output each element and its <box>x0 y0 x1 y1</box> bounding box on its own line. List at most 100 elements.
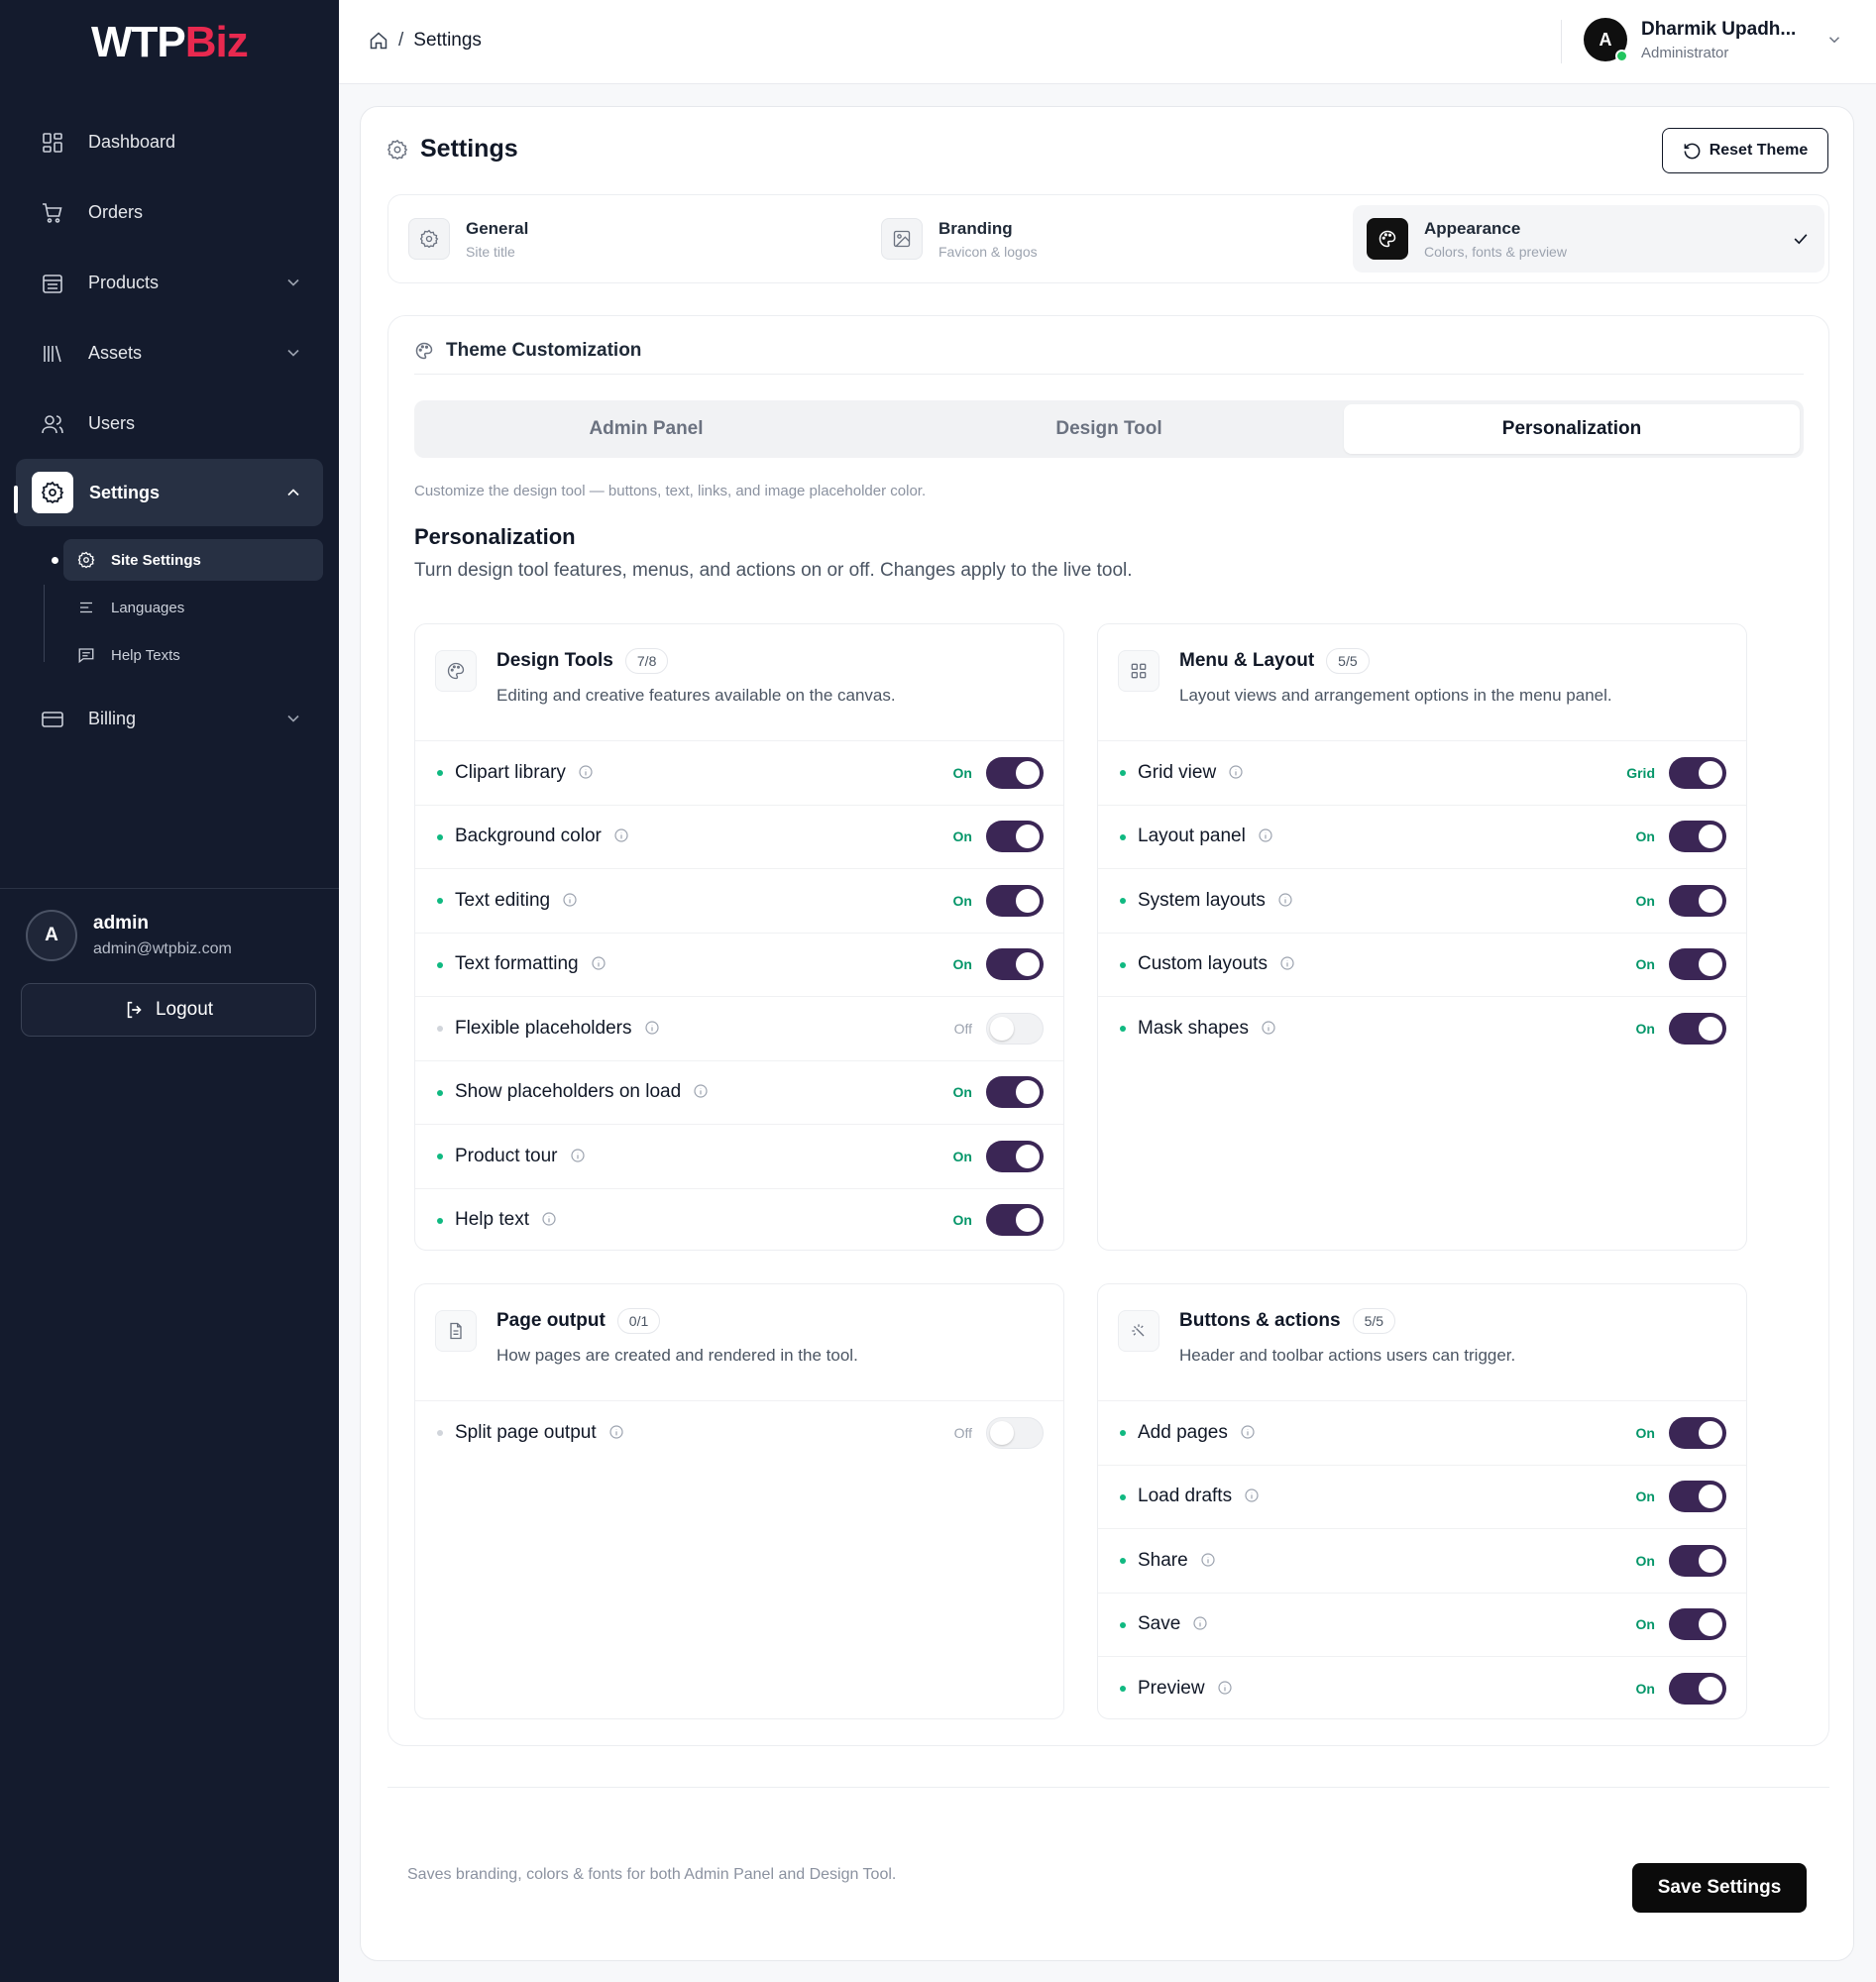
brand-logo[interactable]: WTPBiz <box>91 18 249 67</box>
toggle-switch[interactable] <box>1669 1481 1726 1513</box>
setting-label: Grid view <box>1138 762 1244 784</box>
setting-state: On <box>1635 892 1655 909</box>
sidebar-item-products[interactable]: Products <box>0 248 339 318</box>
sidebar-item-label: Orders <box>88 202 144 222</box>
group-title: Page output <box>497 1310 606 1331</box>
status-dot <box>1120 1621 1126 1628</box>
sidebar-item-users[interactable]: Users <box>0 388 339 459</box>
sidebar-item-settings[interactable]: Settings <box>16 459 323 526</box>
toggle-switch[interactable] <box>986 1416 1044 1449</box>
toggle-switch[interactable] <box>986 1076 1044 1109</box>
info-icon[interactable] <box>613 827 629 843</box>
toggle-switch[interactable] <box>1669 884 1726 917</box>
info-icon[interactable] <box>578 764 594 780</box>
breadcrumb-current: Settings <box>413 30 482 51</box>
reset-theme-button[interactable]: Reset Theme <box>1662 128 1828 173</box>
toggle-switch[interactable] <box>1669 756 1726 789</box>
tab-design-tool[interactable]: Design Tool <box>881 404 1337 454</box>
step-appearance[interactable]: Appearance Colors, fonts & preview <box>1353 205 1824 273</box>
info-icon[interactable] <box>1192 1615 1208 1631</box>
setting-label: Product tour <box>455 1146 586 1167</box>
gear-icon <box>77 551 95 569</box>
lines-icon <box>77 599 95 616</box>
sidebar-item-orders[interactable]: Orders <box>0 177 339 248</box>
toggle-switch[interactable] <box>986 1204 1044 1237</box>
info-icon[interactable] <box>1277 892 1293 908</box>
info-icon[interactable] <box>562 892 578 908</box>
logout-button[interactable]: Logout <box>21 983 316 1037</box>
chevron-up-icon <box>287 489 299 496</box>
online-indicator <box>1615 50 1628 62</box>
toggle-switch[interactable] <box>1669 1608 1726 1641</box>
info-icon[interactable] <box>1261 1020 1276 1036</box>
tab-personalization[interactable]: Personalization <box>1344 404 1800 454</box>
toggle-knob <box>1699 1485 1722 1509</box>
info-icon[interactable] <box>644 1020 660 1036</box>
sidebar-item-billing[interactable]: Billing <box>0 684 339 754</box>
info-icon[interactable] <box>1240 1424 1256 1440</box>
group-header: Design Tools 7/8 Editing and creative feat… <box>435 648 896 706</box>
group-page-output: Page output 0/1 How pages are created and … <box>414 1283 1064 1719</box>
toggle-switch[interactable] <box>986 948 1044 981</box>
home-icon[interactable] <box>369 31 388 51</box>
chevron-down-icon <box>287 349 299 357</box>
toggle-switch[interactable] <box>986 756 1044 789</box>
group-title: Design Tools <box>497 650 613 671</box>
setting-label: Flexible placeholders <box>455 1018 660 1040</box>
setting-label: Add pages <box>1138 1422 1256 1444</box>
sidebar-item-assets[interactable]: Assets <box>0 318 339 388</box>
toggle-knob <box>1016 952 1040 977</box>
sidebar-item-dashboard[interactable]: Dashboard <box>0 107 339 177</box>
setting-state: On <box>952 828 972 845</box>
subnav-item-help-texts[interactable]: Help Texts <box>44 634 323 676</box>
gear-icon <box>32 472 73 513</box>
breadcrumb: / Settings <box>369 30 482 52</box>
sidebar-item-label: Settings <box>89 482 161 502</box>
info-icon[interactable] <box>1244 1487 1260 1503</box>
info-icon[interactable] <box>591 955 607 971</box>
subnav-item-site-settings[interactable]: Site Settings <box>52 539 323 581</box>
toggle-switch[interactable] <box>1669 1672 1726 1705</box>
info-icon[interactable] <box>1217 1680 1233 1696</box>
info-icon[interactable] <box>570 1148 586 1163</box>
toggle-switch[interactable] <box>986 1012 1044 1045</box>
subnav-item-label: Site Settings <box>111 551 201 569</box>
group-header-text: Buttons & actions 5/5 Header and toolbar a… <box>1179 1308 1515 1366</box>
info-icon[interactable] <box>1228 764 1244 780</box>
document-icon <box>435 1310 477 1352</box>
setting-row: Background color On <box>415 804 1063 869</box>
tab-admin-panel[interactable]: Admin Panel <box>418 404 874 454</box>
status-dot <box>1120 1493 1126 1500</box>
info-icon[interactable] <box>1200 1552 1216 1568</box>
toggle-switch[interactable] <box>1669 821 1726 853</box>
status-dot <box>1120 1686 1126 1692</box>
subnav-item-languages[interactable]: Languages <box>44 587 323 628</box>
toggle-switch[interactable] <box>986 1140 1044 1172</box>
step-branding[interactable]: Branding Favicon & logos <box>881 205 1297 273</box>
status-dot <box>437 1217 443 1224</box>
info-icon[interactable] <box>1279 955 1295 971</box>
info-icon[interactable] <box>693 1083 709 1099</box>
info-icon[interactable] <box>541 1211 557 1227</box>
toggle-switch[interactable] <box>986 884 1044 917</box>
toggle-switch[interactable] <box>1669 948 1726 981</box>
toggle-switch[interactable] <box>1669 1544 1726 1577</box>
setting-row: Share On <box>1098 1528 1746 1593</box>
profile-menu[interactable]: A Dharmik Upadh... Administrator <box>1584 18 1843 62</box>
setting-state: On <box>952 764 972 781</box>
save-settings-button[interactable]: Save Settings <box>1632 1863 1807 1913</box>
info-icon[interactable] <box>608 1424 624 1440</box>
group-header-text: Menu & Layout 5/5 Layout views and arrange… <box>1179 648 1612 706</box>
toggle-switch[interactable] <box>1669 1416 1726 1449</box>
toggle-switch[interactable] <box>986 821 1044 853</box>
toggle-switch[interactable] <box>1669 1012 1726 1045</box>
group-description: Header and toolbar actions users can tri… <box>1179 1346 1516 1365</box>
setting-row: Show placeholders on load On <box>415 1059 1063 1125</box>
status-dot <box>437 1026 443 1032</box>
step-general[interactable]: General Site title <box>408 205 825 273</box>
status-dot <box>437 770 443 776</box>
setting-row: Grid view Grid <box>1098 740 1746 805</box>
info-icon[interactable] <box>1258 827 1273 843</box>
sidebar-user: A admin admin@wtpbiz.com <box>26 910 232 961</box>
step-subtitle: Colors, fonts & preview <box>1424 243 1567 260</box>
